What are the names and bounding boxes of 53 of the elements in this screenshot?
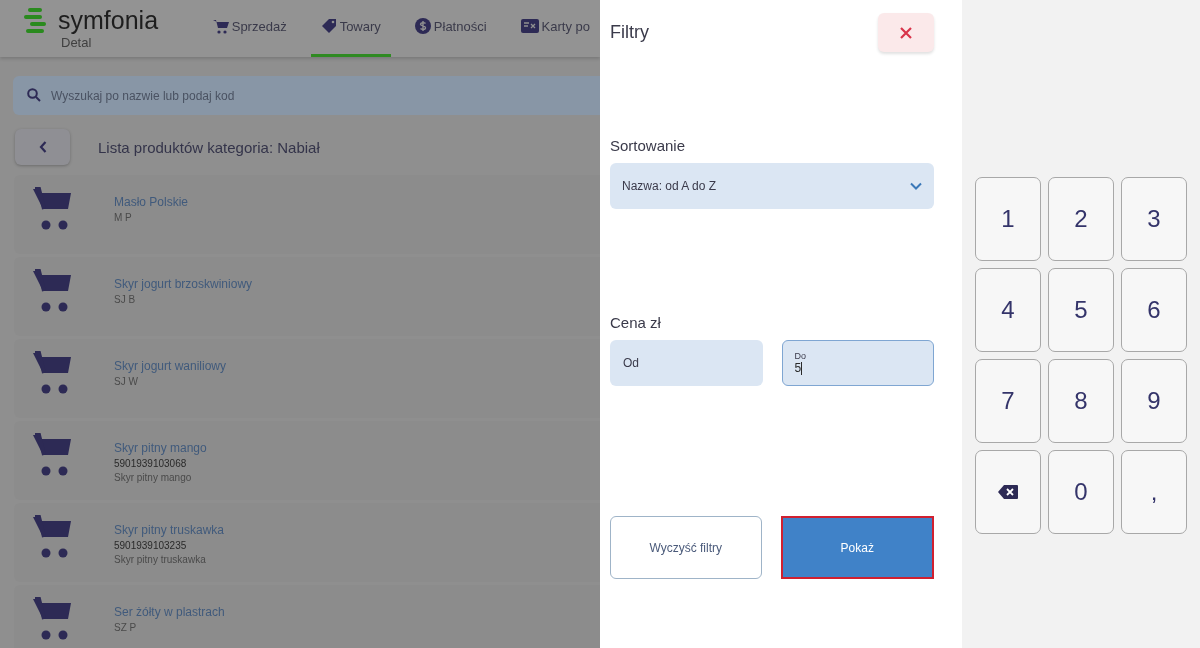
keypad-key[interactable]: ,: [1121, 450, 1187, 534]
show-button[interactable]: Pokaż: [780, 516, 934, 579]
close-button[interactable]: [878, 13, 934, 52]
product-barcode: 5901939103235: [114, 540, 188, 551]
keypad-key[interactable]: 7: [975, 359, 1041, 443]
logo-text: symfonia: [58, 6, 159, 35]
logo-subtitle: Detal: [61, 35, 93, 50]
cart-icon: [212, 18, 229, 34]
keypad-key[interactable]: 4: [975, 268, 1041, 352]
price-to-field[interactable]: Do 5: [781, 340, 934, 386]
panel-title: Filtry: [610, 22, 649, 43]
product-code: Skyr pitny truskawka: [114, 554, 207, 565]
logo-icon: [24, 7, 48, 34]
keypad-key[interactable]: 0: [1048, 450, 1114, 534]
product-name: Masło Polskie: [114, 195, 189, 209]
product-name: Skyr pitny truskawka: [114, 523, 225, 537]
backspace-key[interactable]: [975, 450, 1041, 534]
keypad-key[interactable]: 3: [1121, 177, 1187, 261]
backspace-icon: [998, 485, 1018, 499]
chevron-down-icon: [910, 182, 922, 190]
keypad-key[interactable]: 5: [1048, 268, 1114, 352]
product-name: Skyr jogurt brzoskwiniowy: [114, 277, 253, 291]
keypad-key[interactable]: 9: [1121, 359, 1187, 443]
dollar-icon: [414, 18, 431, 34]
nav-tab[interactable]: Karty po: [510, 0, 600, 57]
nav-tab[interactable]: Towary: [310, 0, 391, 57]
keypad-key[interactable]: 8: [1048, 359, 1114, 443]
price-label: Cena zł: [610, 314, 662, 331]
search-field[interactable]: Wyszukaj po nazwie lub podaj kod: [13, 76, 600, 115]
product-name: Skyr jogurt waniliowy: [114, 359, 227, 373]
category-title: Lista produktów kategoria: Nabiał: [98, 138, 320, 156]
card-icon: [520, 19, 539, 33]
nav-tab[interactable]: Sprzedaż: [202, 0, 297, 57]
price-from-field[interactable]: Od: [610, 340, 763, 386]
sort-label: Sortowanie: [610, 137, 687, 154]
product-code: SJ B: [114, 294, 137, 305]
product-code: SJ W: [114, 376, 139, 387]
nav-tab[interactable]: Płatności: [404, 0, 497, 57]
keypad-key[interactable]: 1: [975, 177, 1041, 261]
keypad-key[interactable]: 6: [1121, 268, 1187, 352]
tag-icon: [320, 18, 337, 34]
product-code: Skyr pitny mango: [114, 472, 193, 483]
product-barcode: 5901939103068: [114, 458, 188, 469]
product-name: Ser żółty w plastrach: [114, 605, 225, 619]
product-code: SZ P: [114, 622, 138, 633]
search-icon: [27, 88, 41, 102]
close-icon: [900, 26, 912, 39]
chevron-left-icon: [38, 141, 47, 153]
product-name: Skyr pitny mango: [114, 441, 207, 455]
keypad-key[interactable]: 2: [1048, 177, 1114, 261]
sort-dropdown[interactable]: Nazwa: od A do Z: [610, 163, 934, 209]
clear-filters-button[interactable]: Wyczyść filtry: [610, 516, 762, 579]
product-code: M P: [114, 212, 133, 223]
